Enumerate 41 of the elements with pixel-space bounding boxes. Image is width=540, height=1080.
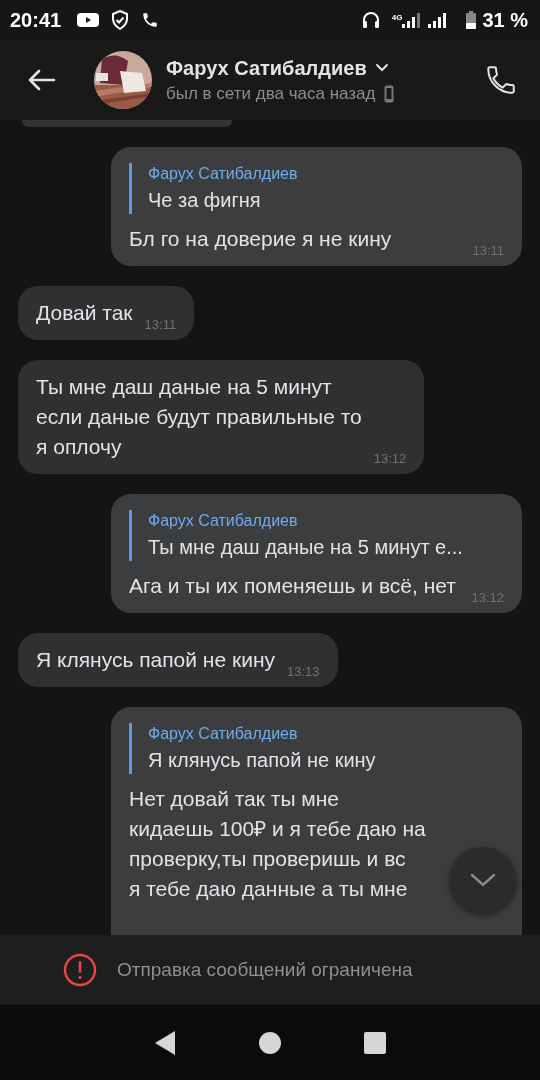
- back-nav-button[interactable]: [153, 1029, 176, 1056]
- quote-author: Фарух Сатибалдиев: [148, 512, 299, 530]
- message-time: 13:11: [144, 317, 177, 332]
- restriction-notice: Отправка сообщений ограничена: [117, 959, 413, 981]
- square-recents-icon: [364, 1031, 387, 1054]
- message-text: Бл го на доверие я не кину: [129, 226, 392, 252]
- circle-home-icon: [259, 1031, 281, 1054]
- battery-icon: [466, 11, 477, 29]
- quote-author: Фарух Сатибалдиев: [148, 725, 299, 743]
- quote-text: Ты мне даш даные на 5 минут е...: [148, 536, 464, 559]
- phone-icon: [141, 11, 160, 29]
- online-status: был в сети два часа назад: [166, 83, 376, 104]
- quote-text: Че за фигня: [148, 189, 262, 212]
- home-nav-button[interactable]: [259, 1031, 281, 1054]
- reply-quote[interactable]: Фарух Сатибалдиев Ты мне даш даные на 5 минут е...: [129, 510, 504, 561]
- video-play-icon: [77, 12, 100, 28]
- message-text: Нет довай так ты мне кидаешь 100₽ и я тебе даю на проверку,ты проверишь и вс я тебе даю данные а ты мне: [129, 786, 426, 902]
- triangle-back-icon: [153, 1029, 176, 1056]
- mobile-phone-icon: [383, 84, 394, 103]
- message-text: Ага и ты их поменяешь и всё, нет: [129, 573, 456, 599]
- message-text: Довай так: [36, 300, 133, 326]
- contact-name[interactable]: Фарух Сатибалдиев: [166, 56, 367, 80]
- message-time: 13:13: [287, 664, 320, 679]
- headphones-icon: [361, 11, 380, 29]
- reply-quote[interactable]: Фарух Сатибалдиев Че за фигня: [129, 163, 504, 214]
- status-time: 20:41: [10, 8, 62, 32]
- arrow-left-icon: [26, 68, 56, 92]
- message-text: Ты мне даш даные на 5 минут если даные будут правильные то я оплочу: [36, 374, 362, 460]
- chevron-down-icon[interactable]: [374, 63, 389, 73]
- reply-quote[interactable]: Фарух Сатибалдиев Я клянусь папой не кину: [129, 723, 504, 774]
- battery-level: 31 %: [482, 8, 528, 32]
- message-text: Я клянусь папой не кину: [36, 647, 275, 673]
- phone-icon: [484, 63, 518, 97]
- quote-author: Фарух Сатибалдиев: [148, 165, 299, 183]
- message-time: 13:12: [373, 451, 407, 466]
- chevron-down-icon: [470, 872, 496, 888]
- recents-nav-button[interactable]: [364, 1031, 387, 1054]
- shield-check-icon: [111, 10, 130, 30]
- quote-text: Я клянусь папой не кину: [148, 749, 377, 772]
- warning-icon: [63, 953, 97, 987]
- network-type: 4G: [391, 12, 403, 22]
